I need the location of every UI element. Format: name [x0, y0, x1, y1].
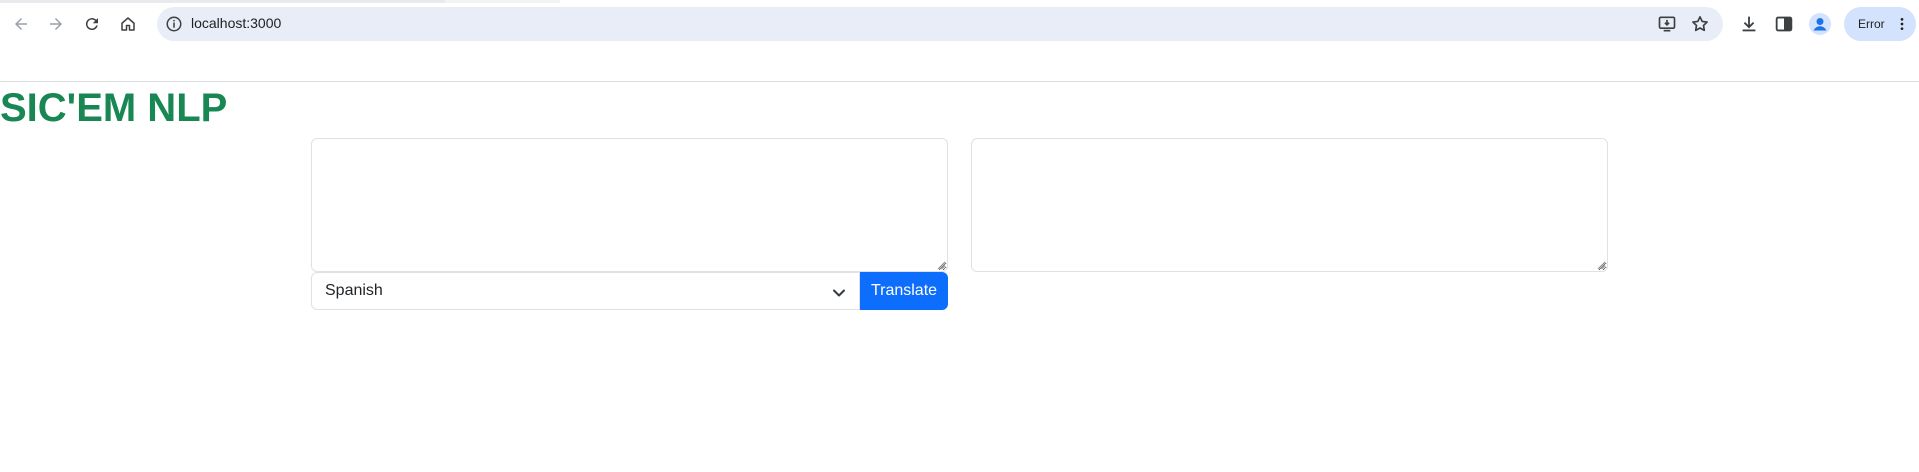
- arrow-left-icon: [15, 18, 27, 30]
- language-select[interactable]: Spanish: [311, 272, 860, 310]
- home-icon: [121, 17, 135, 31]
- profile-error-button[interactable]: Error: [1844, 7, 1916, 41]
- chevron-down-icon: [833, 289, 845, 297]
- source-text-input[interactable]: [311, 138, 948, 272]
- profile-avatar-icon[interactable]: [1808, 12, 1832, 36]
- profile-error-label: Error: [1858, 17, 1885, 31]
- reload-button[interactable]: [78, 10, 106, 38]
- page-title: SIC'EM NLP: [0, 86, 228, 130]
- url-text[interactable]: localhost:3000: [191, 15, 281, 31]
- more-menu-icon: [1900, 18, 1904, 30]
- translation-output[interactable]: [971, 138, 1608, 272]
- translate-button[interactable]: Translate: [860, 272, 948, 310]
- language-select-value: Spanish: [325, 282, 383, 299]
- address-bar[interactable]: localhost:3000: [157, 7, 1723, 41]
- resize-grip-icon[interactable]: [936, 260, 946, 270]
- browser-chrome: localhost:3000 Error: [0, 0, 1919, 82]
- active-tab-indicator: [445, 0, 560, 3]
- bookmark-star-icon[interactable]: [1690, 14, 1710, 34]
- site-info-icon[interactable]: [165, 15, 183, 33]
- install-app-icon[interactable]: [1657, 14, 1677, 34]
- back-button[interactable]: [7, 10, 35, 38]
- side-panel-icon[interactable]: [1773, 13, 1795, 35]
- home-button[interactable]: [114, 10, 142, 38]
- download-icon[interactable]: [1738, 13, 1760, 35]
- forward-button[interactable]: [42, 10, 70, 38]
- resize-grip-icon[interactable]: [1596, 260, 1606, 270]
- reload-icon: [85, 18, 98, 31]
- arrow-right-icon: [50, 18, 62, 30]
